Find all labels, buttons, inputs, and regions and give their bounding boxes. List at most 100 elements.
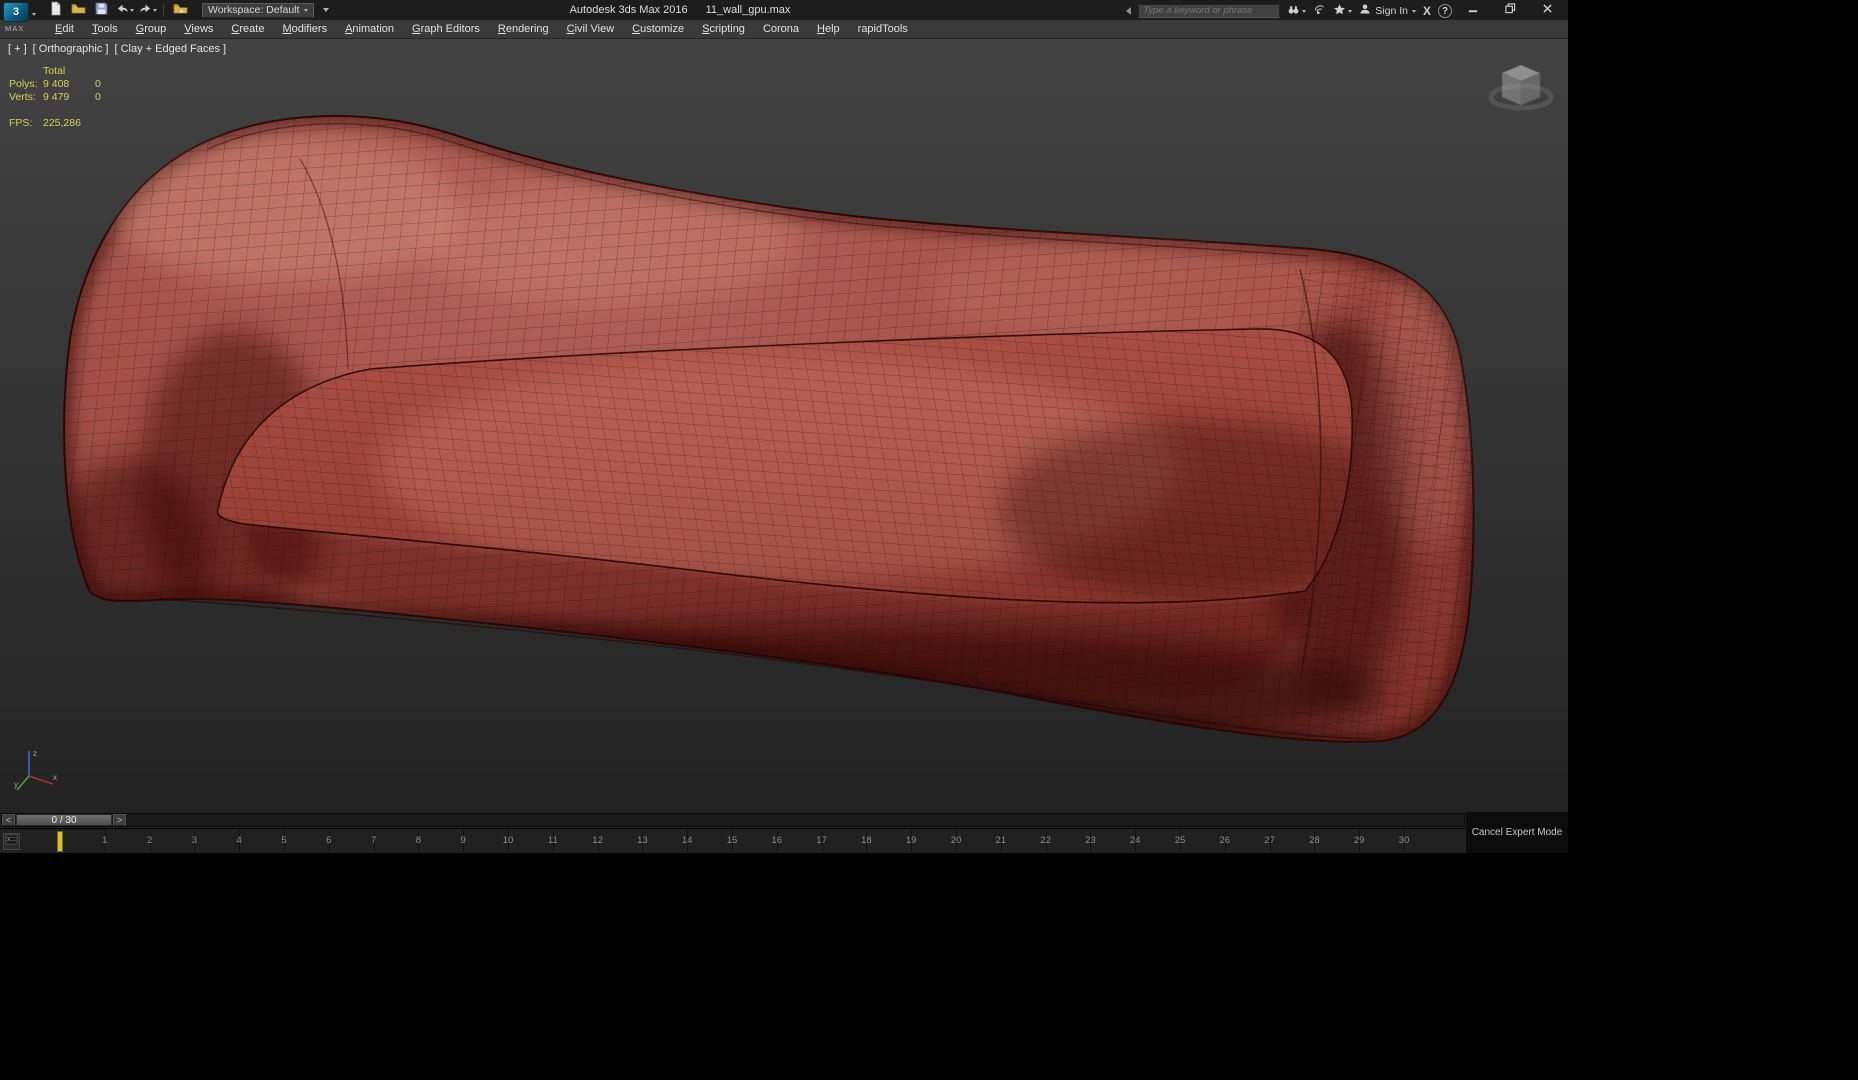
frame-number-27: 27 (1264, 835, 1275, 846)
menu-item-civil-view[interactable]: Civil View (558, 20, 623, 39)
track-bar: 1 2 3 4 5 6 7 8 9 10 11 12 13 14 15 16 17 18 19 20 21 22 23 24 2… (0, 828, 1466, 854)
satellite-dish-icon (1313, 3, 1326, 19)
menu-item-customize[interactable]: Customize (623, 20, 693, 39)
set-project-folder-button[interactable] (171, 2, 189, 18)
menu-item-help[interactable]: Help (808, 20, 849, 39)
frame-number-11: 11 (547, 835, 558, 846)
chevron-down-icon (129, 9, 134, 14)
title-app-name: Autodesk 3ds Max 2016 (569, 4, 688, 16)
infocenter-search-button[interactable] (1287, 3, 1307, 19)
frame-number-3: 3 (191, 835, 198, 846)
stats-header: Total (43, 65, 66, 77)
axis-z-label: z (33, 749, 37, 758)
exchange-apps-icon[interactable]: X (1423, 4, 1431, 18)
open-mini-curve-editor-button[interactable] (3, 833, 20, 850)
next-frame-button[interactable]: > (113, 814, 126, 826)
chevron-down-icon (32, 13, 36, 18)
window-title: Autodesk 3ds Max 2016 11_wall_gpu.max (430, 0, 930, 20)
frame-number-10: 10 (502, 835, 514, 846)
project-folder-icon (173, 1, 188, 19)
minimize-button[interactable] (1455, 0, 1492, 20)
frame-number-7: 7 (370, 835, 377, 846)
frame-number-5: 5 (281, 835, 287, 846)
menu-item-tools[interactable]: Tools (83, 20, 127, 39)
menu-item-graph-editors[interactable]: Graph Editors (403, 20, 489, 39)
chevron-down-icon (152, 9, 157, 14)
viewport[interactable]: [ + ] [ Orthographic ] [ Clay + Edged Fa… (0, 39, 1568, 812)
viewcube-icon (1488, 64, 1554, 111)
time-slider-track[interactable]: < 0 / 30 > (1, 813, 1465, 827)
time-slider-handle[interactable]: 0 / 30 (16, 814, 112, 826)
frame-number-24: 24 (1129, 835, 1141, 846)
axis-x-label: x (53, 773, 57, 782)
menu-item-modifiers[interactable]: Modifiers (273, 20, 336, 39)
menu-item-rendering[interactable]: Rendering (489, 20, 558, 39)
restore-icon (1505, 3, 1516, 17)
menu-item-scripting[interactable]: Scripting (693, 20, 754, 39)
menu-item-rapidtools[interactable]: rapidTools (849, 20, 917, 39)
viewport-general-menu[interactable]: [ + ] (8, 43, 27, 55)
redo-button[interactable] (138, 2, 157, 18)
viewcube[interactable] (1488, 57, 1554, 119)
chevron-down-icon (1348, 9, 1353, 15)
menu-item-group[interactable]: Group (127, 20, 176, 39)
sign-in-button[interactable]: Sign In (1359, 3, 1416, 18)
toolbar-separator (163, 3, 164, 17)
communication-center-button[interactable] (1313, 3, 1326, 19)
favorites-button[interactable] (1333, 3, 1353, 19)
frame-number-21: 21 (995, 835, 1007, 846)
frame-number-23: 23 (1085, 835, 1096, 846)
frame-number-8: 8 (415, 835, 422, 846)
axis-y-label: y (14, 780, 18, 789)
viewport-pov-menu[interactable]: [ Orthographic ] (33, 43, 109, 55)
frame-number-14: 14 (681, 835, 693, 846)
app-window: 3 MAX Workspace: Default Autodesk 3ds Ma… (0, 0, 1568, 854)
frame-number-22: 22 (1040, 835, 1051, 846)
undo-button[interactable] (115, 2, 134, 18)
menu-item-edit[interactable]: Edit (46, 20, 83, 39)
restore-button[interactable] (1492, 0, 1529, 20)
frame-number-4: 4 (236, 835, 242, 846)
chevron-down-icon (1411, 9, 1416, 15)
infocenter-search-input[interactable] (1138, 3, 1281, 18)
trackbar-ruler[interactable]: 1 2 3 4 5 6 7 8 9 10 11 12 13 14 15 16 17 18 19 20 21 22 23 24 2… (0, 829, 1466, 854)
stats-polys-label: Polys: (9, 78, 38, 90)
infocenter: Sign In X ? (1122, 3, 1452, 18)
application-menu-button[interactable]: 3 MAX (3, 1, 47, 37)
infocenter-collapse-icon[interactable] (1122, 6, 1132, 15)
title-file-name: 11_wall_gpu.max (705, 4, 791, 16)
help-icon[interactable]: ? (1438, 3, 1452, 18)
workspace-dropdown[interactable]: Workspace: Default (202, 2, 315, 18)
previous-frame-button[interactable]: < (2, 814, 15, 826)
menu-item-create[interactable]: Create (222, 20, 273, 39)
person-icon (1359, 3, 1371, 18)
statistics-overlay: Total Polys: 9 408 0 Verts: 9 479 0 FPS:… (9, 65, 135, 130)
save-file-button[interactable] (92, 2, 110, 18)
window-controls (1455, 0, 1566, 20)
frame-number-28: 28 (1309, 835, 1320, 846)
star-icon (1333, 3, 1346, 19)
quick-access-toolbar: Workspace: Default (46, 1, 330, 18)
toolbar-overflow-icon[interactable] (323, 8, 330, 15)
close-button[interactable] (1529, 0, 1566, 20)
frame-number-6: 6 (326, 835, 332, 846)
current-frame-marker[interactable] (57, 831, 63, 852)
menu-item-views[interactable]: Views (175, 20, 222, 39)
open-file-button[interactable] (69, 2, 87, 18)
frame-number-30: 30 (1398, 835, 1410, 846)
cancel-expert-mode-button[interactable]: Cancel Expert Mode (1466, 812, 1568, 853)
frame-number-25: 25 (1174, 835, 1186, 846)
workspace-label: Workspace: Default (208, 4, 300, 16)
new-scene-button[interactable] (46, 1, 64, 18)
frame-number-18: 18 (861, 835, 872, 846)
stats-fps-value: 225,286 (43, 117, 81, 129)
menu-item-corona[interactable]: Corona (754, 20, 808, 39)
3d-scene-couch-model[interactable] (0, 39, 1568, 812)
frame-number-9: 9 (460, 835, 466, 846)
frame-number-15: 15 (726, 835, 738, 846)
menu-item-animation[interactable]: Animation (336, 20, 403, 39)
frame-number-13: 13 (637, 835, 648, 846)
time-slider: < 0 / 30 > (0, 812, 1466, 828)
viewport-shading-menu[interactable]: [ Clay + Edged Faces ] (114, 43, 226, 55)
app-logo-label: MAX (5, 24, 25, 33)
